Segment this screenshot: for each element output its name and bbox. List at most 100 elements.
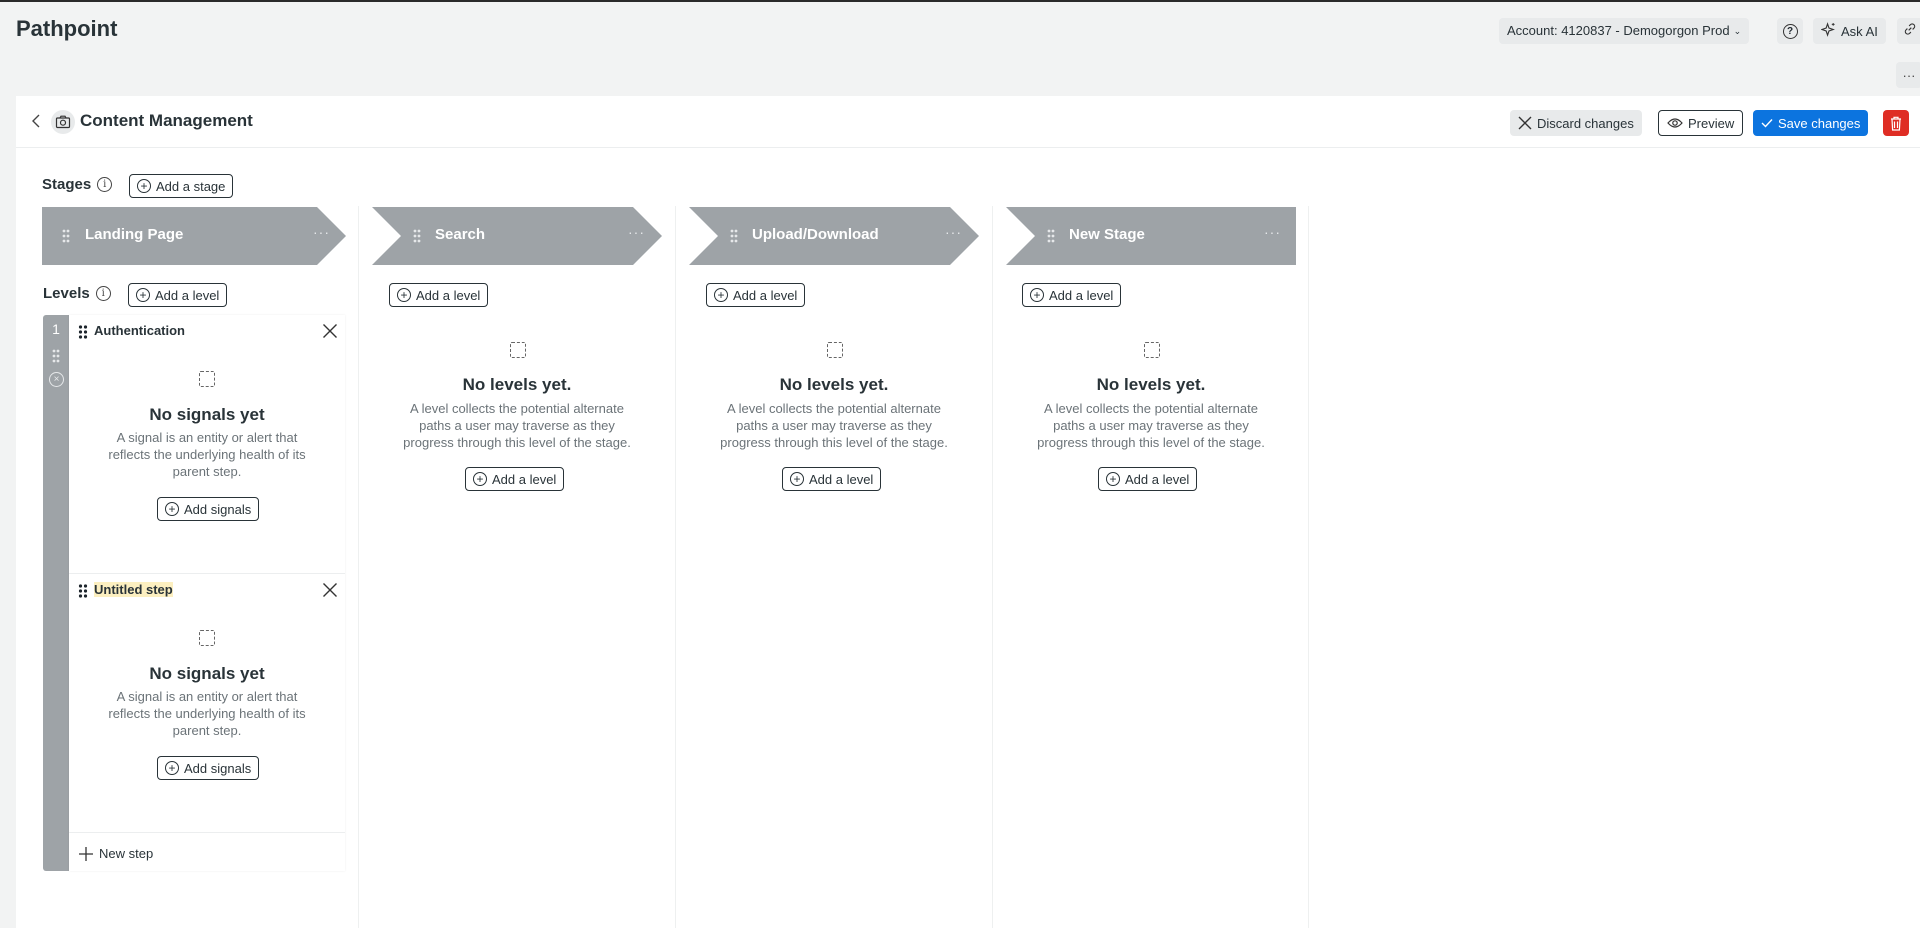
- add-level-label: Add a level: [809, 471, 874, 487]
- column-divider: [992, 206, 993, 928]
- add-signals-button[interactable]: + Add signals: [157, 497, 260, 521]
- add-level-label: Add a level: [733, 287, 798, 303]
- preview-button[interactable]: Preview: [1658, 110, 1744, 136]
- sparkle-icon: [1820, 22, 1836, 40]
- new-step-label: New step: [99, 846, 154, 861]
- empty-title: No signals yet: [149, 664, 265, 683]
- more-options-button[interactable]: ···: [1896, 62, 1920, 88]
- step-drag-handle-icon[interactable]: [78, 325, 88, 339]
- step-card: Authentication No signals yet A signal i…: [69, 315, 345, 574]
- add-level-button[interactable]: + Add a level: [1098, 467, 1198, 491]
- stage-name: Search: [435, 226, 486, 243]
- drag-handle-icon[interactable]: [413, 229, 421, 243]
- ask-ai-label: Ask AI: [1841, 23, 1878, 39]
- empty-title: No levels yet.: [462, 375, 572, 394]
- check-icon: [1761, 119, 1773, 128]
- empty-description: A level collects the potential alternate…: [720, 401, 948, 450]
- add-level-button[interactable]: + Add a level: [1022, 283, 1122, 307]
- level-steps: Authentication No signals yet A signal i…: [69, 315, 345, 871]
- drag-handle-icon[interactable]: [62, 229, 70, 243]
- step-drag-handle-icon[interactable]: [78, 584, 88, 598]
- stages-heading: Stages i: [42, 176, 113, 193]
- add-level-button[interactable]: + Add a level: [465, 467, 565, 491]
- stage-name: Landing Page: [85, 226, 184, 243]
- level-sidebar: 1 ×: [43, 315, 69, 871]
- trash-icon: [1891, 116, 1901, 131]
- stage-search[interactable]: Search ···: [372, 207, 662, 265]
- eye-icon: [1667, 118, 1683, 128]
- column-divider: [675, 206, 676, 928]
- empty-title: No levels yet.: [779, 375, 889, 394]
- stage-name: New Stage: [1069, 226, 1145, 243]
- new-step-button[interactable]: New step: [79, 846, 153, 861]
- save-changes-button[interactable]: Save changes: [1753, 110, 1869, 136]
- empty-description: A level collects the potential alternate…: [403, 401, 631, 450]
- add-stage-button[interactable]: + Add a stage: [129, 174, 234, 198]
- add-signals-button[interactable]: + Add signals: [157, 756, 260, 780]
- stage-menu-button[interactable]: ···: [313, 224, 330, 240]
- save-label: Save changes: [1778, 115, 1861, 131]
- copy-link-button[interactable]: [1897, 18, 1920, 44]
- empty-title: No signals yet: [149, 405, 265, 424]
- stages-label: Stages: [42, 176, 92, 193]
- column-divider: [1308, 206, 1309, 928]
- camera-icon: [51, 110, 75, 134]
- stage-landing-page[interactable]: Landing Page ···: [42, 207, 346, 265]
- discard-changes-button[interactable]: Discard changes: [1510, 110, 1642, 136]
- stage-menu-button[interactable]: ···: [628, 224, 645, 240]
- empty-title: No levels yet.: [1096, 375, 1206, 394]
- add-level-button[interactable]: + Add a level: [128, 283, 228, 307]
- plus-circle-icon: +: [165, 761, 179, 775]
- level-drag-handle-icon[interactable]: [52, 349, 60, 363]
- drag-handle-icon[interactable]: [730, 229, 738, 243]
- account-selector[interactable]: Account: 4120837 - Demogorgon Prod ⌄: [1499, 18, 1750, 44]
- preview-label: Preview: [1688, 115, 1735, 131]
- plus-circle-icon: +: [136, 288, 150, 302]
- account-label: Account: 4120837 - Demogorgon Prod: [1507, 23, 1730, 38]
- add-level-label: Add a level: [416, 287, 481, 303]
- close-icon[interactable]: [322, 323, 338, 339]
- empty-description: A signal is an entity or alert that refl…: [108, 689, 306, 738]
- empty-placeholder-icon: [1144, 342, 1160, 358]
- add-signals-label: Add signals: [184, 760, 252, 776]
- plus-circle-icon: +: [1030, 288, 1044, 302]
- page-title: Content Management: [80, 111, 253, 130]
- close-icon[interactable]: [322, 582, 338, 598]
- plus-circle-icon: +: [165, 502, 179, 516]
- help-button[interactable]: ?: [1777, 18, 1803, 44]
- delete-button[interactable]: [1883, 110, 1909, 136]
- step-name[interactable]: Untitled step: [94, 582, 173, 597]
- top-bar: Pathpoint Account: 4120837 - Demogorgon …: [0, 2, 1920, 88]
- levels-label: Levels: [43, 285, 90, 302]
- ask-ai-button[interactable]: Ask AI: [1813, 18, 1886, 44]
- back-button[interactable]: [28, 112, 44, 130]
- plus-circle-icon: +: [397, 288, 411, 302]
- question-circle-icon: ?: [1782, 23, 1798, 39]
- plus-circle-icon: +: [714, 288, 728, 302]
- add-signals-label: Add signals: [184, 501, 252, 517]
- step-name[interactable]: Authentication: [94, 323, 185, 338]
- panel-header: Content Management Discard changes Previ…: [16, 96, 1920, 148]
- add-stage-label: Add a stage: [156, 178, 226, 194]
- plus-circle-icon: +: [790, 472, 804, 486]
- add-level-label: Add a level: [1125, 471, 1190, 487]
- info-icon[interactable]: i: [95, 286, 111, 301]
- empty-description: A signal is an entity or alert that refl…: [108, 430, 306, 479]
- step-card: Untitled step No signals yet A signal is…: [69, 574, 345, 833]
- empty-placeholder-icon: [510, 342, 526, 358]
- add-level-button[interactable]: + Add a level: [706, 283, 806, 307]
- stage-menu-button[interactable]: ···: [1264, 224, 1281, 240]
- add-level-button[interactable]: + Add a level: [782, 467, 882, 491]
- plus-circle-icon: +: [473, 472, 487, 486]
- levels-heading: Levels i: [43, 285, 111, 302]
- add-level-button[interactable]: + Add a level: [389, 283, 489, 307]
- drag-handle-icon[interactable]: [1047, 229, 1055, 243]
- remove-level-icon[interactable]: ×: [49, 372, 64, 387]
- stage-menu-button[interactable]: ···: [945, 224, 962, 240]
- stage-new-stage[interactable]: New Stage ···: [1006, 207, 1296, 265]
- stage-upload-download[interactable]: Upload/Download ···: [689, 207, 979, 265]
- column-divider: [358, 206, 359, 928]
- link-icon: [1903, 22, 1917, 41]
- info-icon[interactable]: i: [97, 177, 113, 192]
- ellipsis-icon: ···: [1902, 67, 1916, 83]
